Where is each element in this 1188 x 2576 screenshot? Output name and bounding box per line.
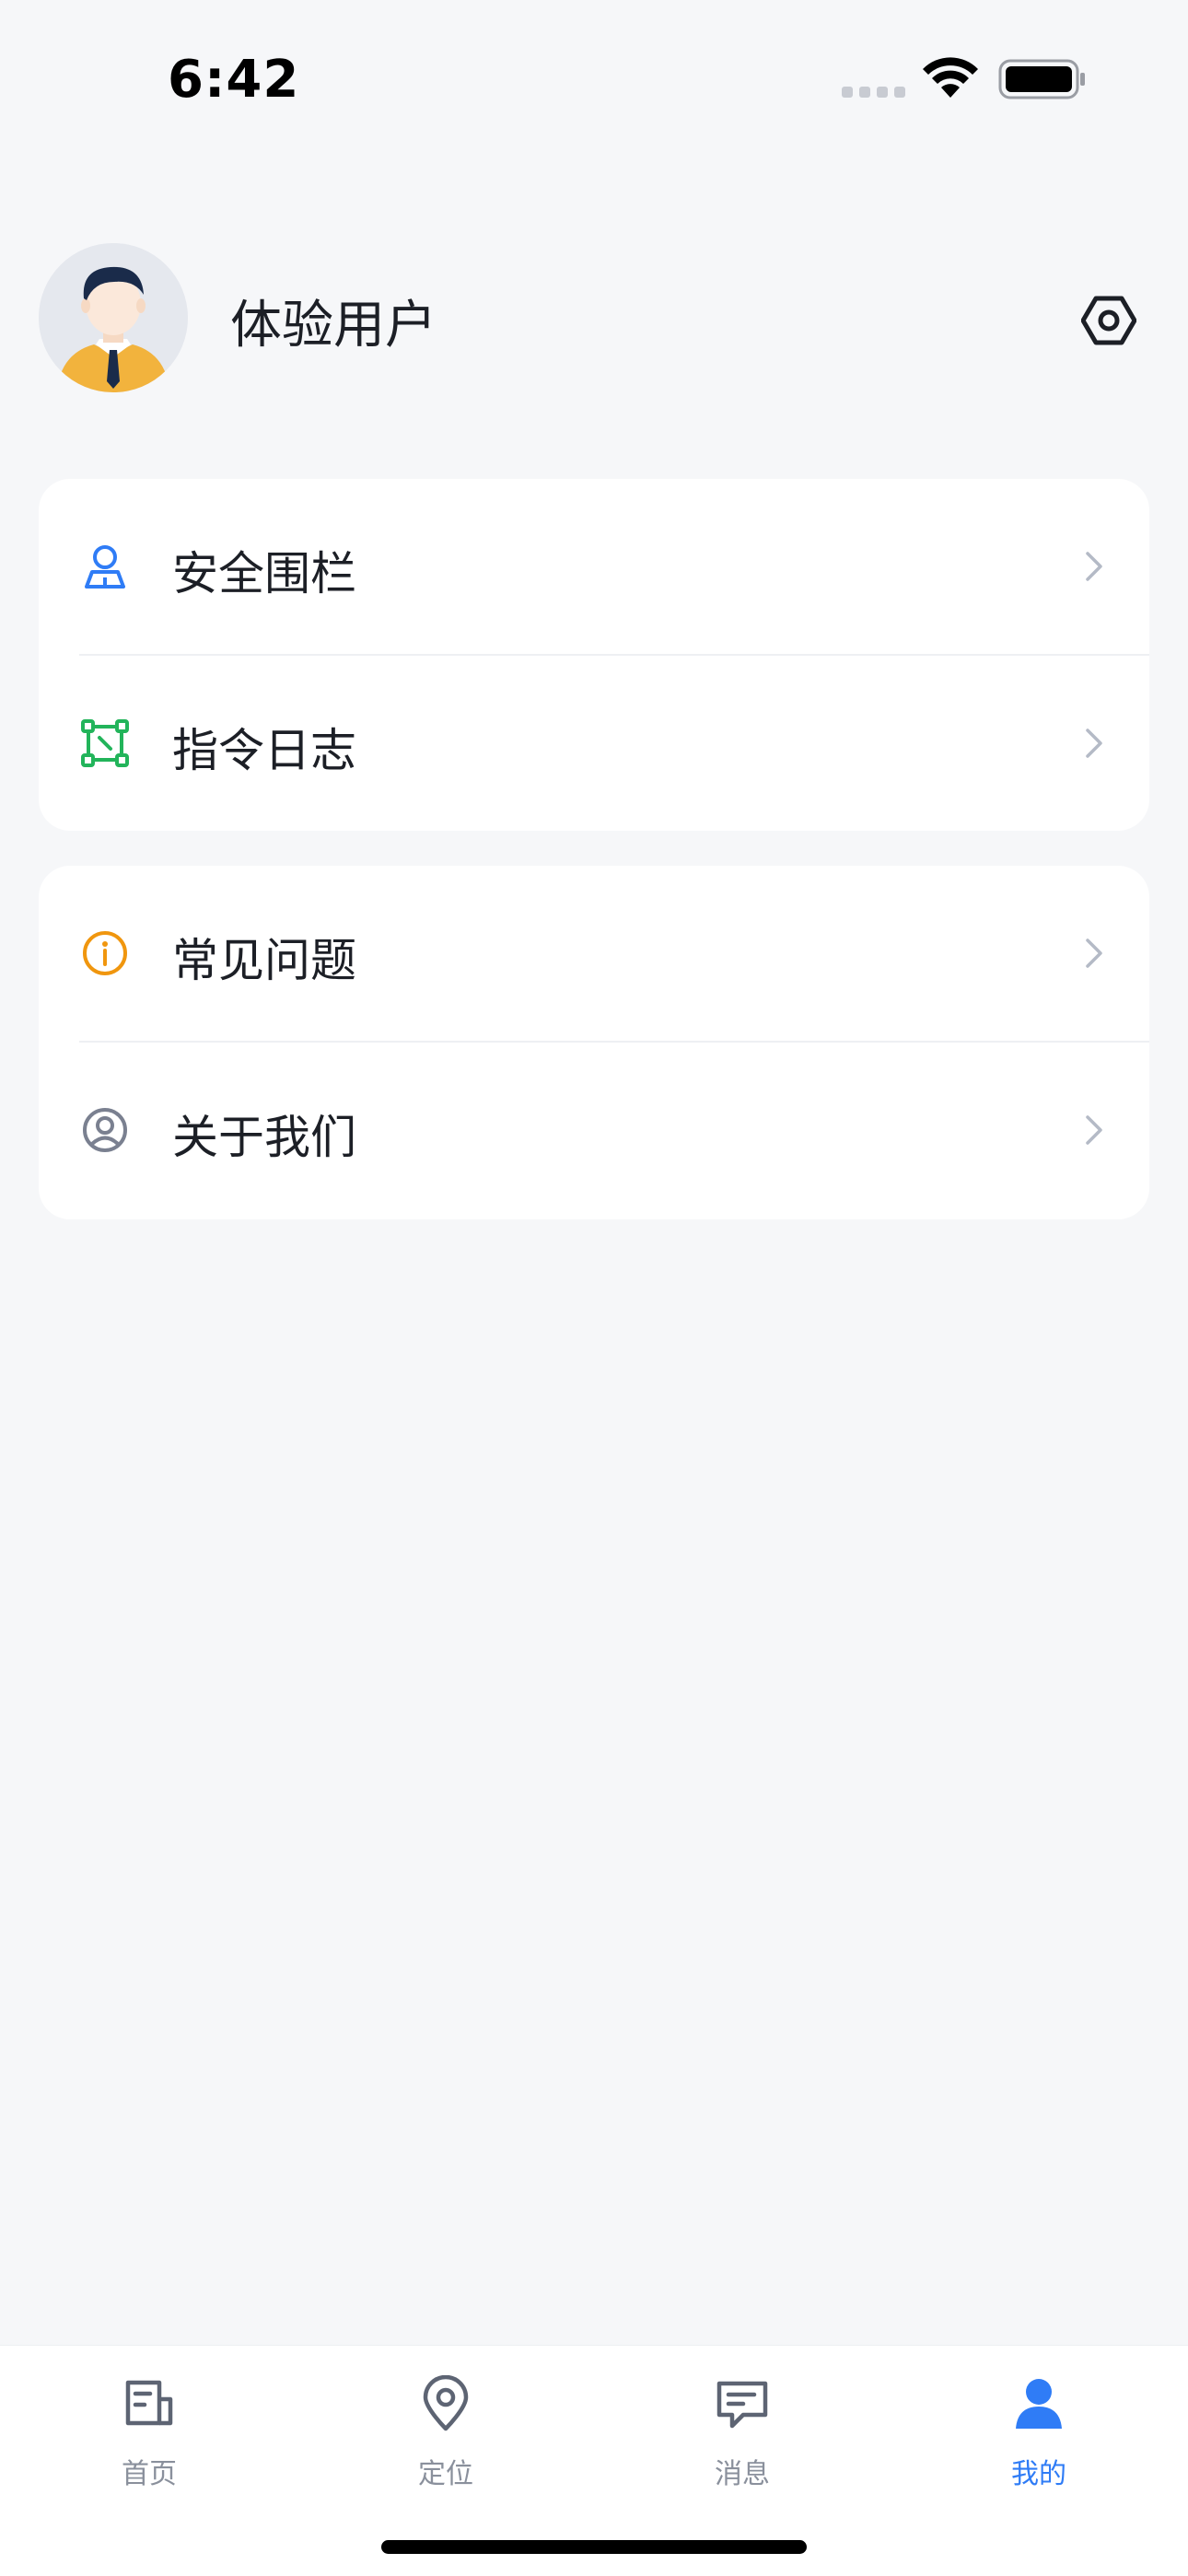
location-pin-icon [418,2373,473,2434]
chevron-right-icon [1086,552,1102,581]
tab-home[interactable]: 首页 [57,2373,241,2502]
menu-item-safety-fence[interactable]: 安全围栏 [39,479,1149,654]
menu-item-label: 关于我们 [172,1111,356,1164]
menu-item-label: 常见问题 [172,934,356,987]
chevron-right-icon [1086,729,1102,758]
tab-label: 定位 [418,2458,473,2490]
menu-card-primary: 安全围栏 指令日志 [39,479,1149,831]
chevron-right-icon [1086,938,1102,968]
chevron-right-icon [1086,1115,1102,1145]
info-circle-icon [79,927,131,979]
cellular-signal-icon [842,87,905,98]
tab-label: 首页 [122,2458,177,2490]
menu-item-command-log[interactable]: 指令日志 [39,656,1149,831]
menu-card-secondary: 常见问题 关于我们 [39,866,1149,1219]
tab-label: 我的 [1011,2458,1066,2490]
command-log-icon [79,717,131,769]
user-circle-icon [79,1104,131,1156]
avatar[interactable] [39,243,188,392]
home-indicator [381,2540,807,2554]
settings-icon [1081,296,1136,345]
menu-item-label: 安全围栏 [172,547,356,600]
status-bar: 6:42 [0,0,1188,157]
status-time: 6:42 [168,50,300,110]
menu-item-faq[interactable]: 常见问题 [39,866,1149,1041]
avatar-image [39,243,188,392]
wifi-icon [923,57,978,98]
battery-icon [998,59,1085,99]
tab-location[interactable]: 定位 [354,2373,538,2502]
tab-messages[interactable]: 消息 [650,2373,834,2502]
user-name[interactable]: 体验用户 [230,284,437,358]
menu-item-label: 指令日志 [172,724,356,777]
settings-button[interactable] [1076,287,1142,354]
menu-item-about-us[interactable]: 关于我们 [39,1043,1149,1218]
document-icon [122,2373,177,2434]
person-icon [1011,2373,1066,2434]
tab-label: 消息 [715,2458,770,2490]
message-icon [715,2373,770,2434]
user-fence-icon [79,541,131,592]
profile-header: 体验用户 [0,239,1188,398]
tab-mine[interactable]: 我的 [947,2373,1131,2502]
